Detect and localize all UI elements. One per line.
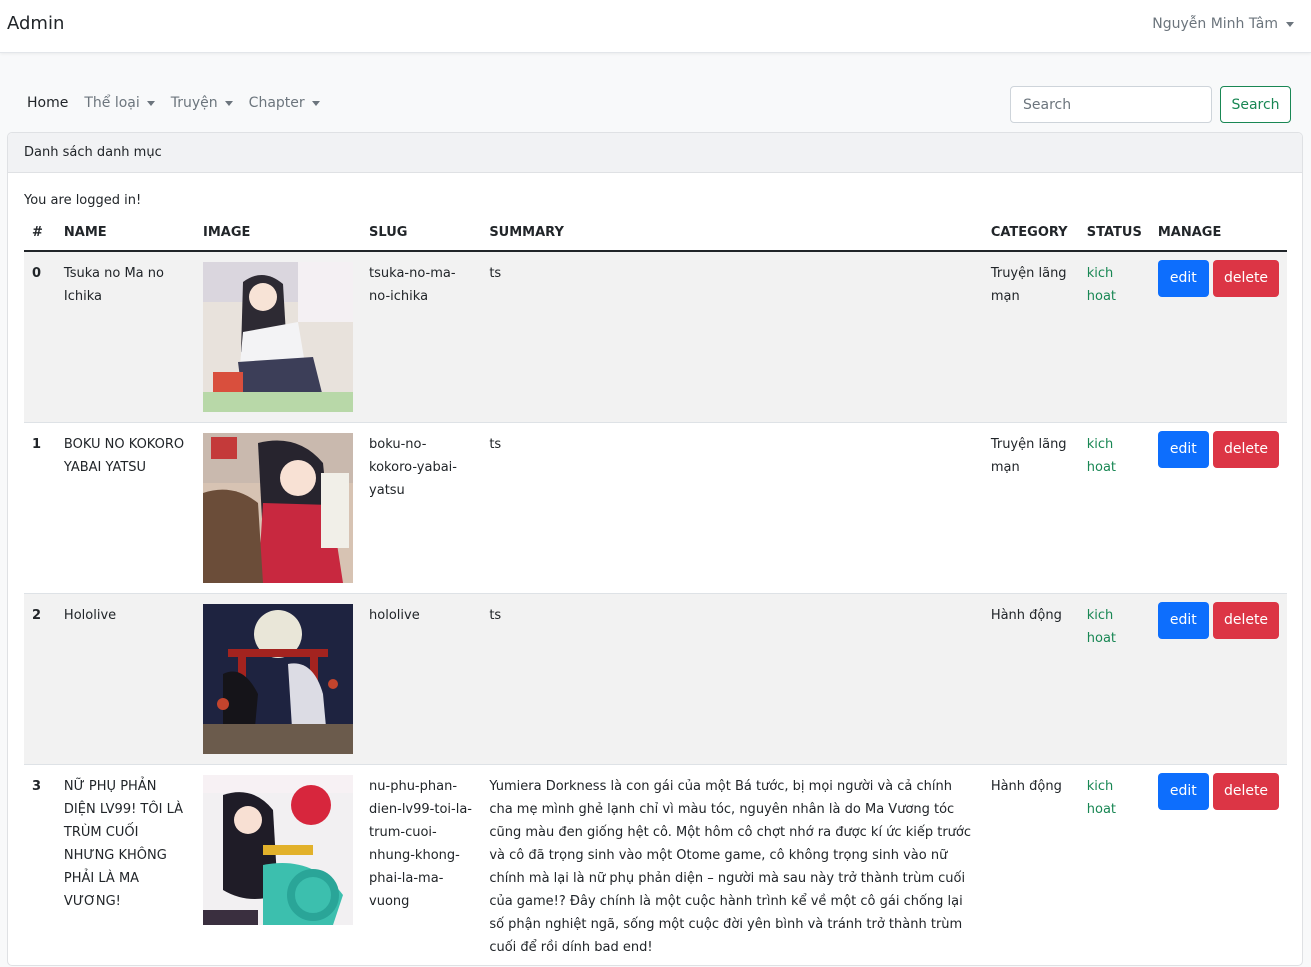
comic-slug: hololive [361, 593, 482, 765]
edit-button[interactable]: edit [1157, 773, 1209, 810]
comic-category: Hành động [982, 764, 1079, 965]
manage-cell: edit delete [1149, 422, 1287, 594]
column-header: STATUS [1078, 215, 1150, 252]
edit-button[interactable]: edit [1157, 602, 1209, 639]
search-input[interactable] [1010, 86, 1212, 123]
delete-button[interactable]: delete [1213, 260, 1279, 297]
row-index: 2 [24, 593, 56, 765]
nav-home[interactable]: Home [27, 95, 68, 111]
comic-status: kich hoat [1078, 251, 1150, 423]
nav-dropdown-truyen[interactable]: Truyện [171, 95, 233, 111]
delete-button[interactable]: delete [1213, 602, 1279, 639]
nav-label: Truyện [170, 95, 218, 111]
comic-status: kich hoat [1078, 593, 1150, 765]
comic-status: kich hoat [1078, 422, 1150, 594]
comics-table: # NAME IMAGE SLUG SUMMARY CATEGORY STATU… [24, 215, 1287, 965]
column-header: NAME [55, 215, 196, 252]
comic-category: Hành động [982, 593, 1079, 765]
table-row: 1 BOKU NO KOKORO YABAI YATSU boku-no-kok [24, 422, 1287, 594]
user-name: Nguyễn Minh Tâm [1152, 16, 1278, 32]
edit-button[interactable]: edit [1157, 431, 1209, 468]
user-dropdown[interactable]: Nguyễn Minh Tâm [1152, 16, 1294, 32]
chevron-down-icon [146, 100, 155, 106]
nav-dropdown-the-loai[interactable]: Thể loại [84, 95, 155, 111]
comic-image-cell [195, 764, 362, 965]
comic-name: Tsuka no Ma no Ichika [55, 251, 196, 423]
search-button[interactable]: Search [1220, 86, 1291, 123]
nav-label: Thể loại [84, 95, 140, 111]
chevron-down-icon [224, 100, 233, 106]
edit-button[interactable]: edit [1157, 260, 1209, 297]
row-index: 0 [24, 251, 56, 423]
nav-dropdown-chapter[interactable]: Chapter [249, 95, 320, 111]
comic-cover-image [203, 604, 354, 754]
login-status-text: You are logged in! [24, 193, 142, 208]
table-row: 2 Hololive hololive ts Hành động kich ho… [24, 593, 1287, 765]
comic-slug: tsuka-no-ma-no-ichika [361, 251, 482, 423]
top-navbar: Admin Nguyễn Minh Tâm [0, 0, 1311, 53]
manage-cell: edit delete [1149, 251, 1287, 423]
comic-cover-image [203, 433, 354, 583]
comic-status: kich hoat [1078, 764, 1150, 965]
delete-button[interactable]: delete [1213, 773, 1279, 810]
comic-slug: boku-no-kokoro-yabai-yatsu [361, 422, 482, 594]
card-title: Danh sách danh mục [8, 133, 1302, 173]
comic-summary: ts [481, 422, 983, 594]
comic-image-cell [195, 422, 362, 594]
comic-name: NỮ PHỤ PHẢN DIỆN LV99! TÔI LÀ TRÙM CUỐI … [55, 764, 196, 965]
category-card: Danh sách danh mục You are logged in! # … [7, 132, 1303, 966]
comic-image-cell [195, 251, 362, 423]
column-header: MANAGE [1149, 215, 1287, 252]
column-header: SLUG [361, 215, 482, 252]
comic-summary: Yumiera Dorkness là con gái của một Bá t… [481, 764, 983, 965]
manage-cell: edit delete [1149, 593, 1287, 765]
comic-cover-image [203, 262, 354, 412]
comic-category: Truyện lãng mạn [982, 251, 1079, 423]
nav-label: Chapter [248, 95, 305, 111]
delete-button[interactable]: delete [1213, 431, 1279, 468]
comic-category: Truyện lãng mạn [982, 422, 1079, 594]
comic-image-cell [195, 593, 362, 765]
column-header: # [24, 215, 56, 252]
table-row: 0 Tsuka no Ma no Ichika tsuka-no-ma-no-i… [24, 251, 1287, 423]
manage-cell: edit delete [1149, 764, 1287, 965]
row-index: 3 [24, 764, 56, 965]
table-row: 3 NỮ PHỤ PHẢN DIỆN LV99! TÔI LÀ TRÙM CUỐ… [24, 764, 1287, 965]
column-header: SUMMARY [481, 215, 983, 252]
column-header: IMAGE [195, 215, 362, 252]
brand-link[interactable]: Admin [7, 13, 64, 34]
main-nav: Home Thể loại Truyện Chapter [27, 95, 320, 111]
search-form: Search [1010, 86, 1291, 123]
comic-name: BOKU NO KOKORO YABAI YATSU [55, 422, 196, 594]
comic-cover-image [203, 775, 354, 925]
chevron-down-icon [311, 100, 320, 106]
row-index: 1 [24, 422, 56, 594]
comic-summary: ts [481, 593, 983, 765]
comic-slug: nu-phu-phan-dien-lv99-toi-la-trum-cuoi-n… [361, 764, 482, 965]
comic-name: Hololive [55, 593, 196, 765]
chevron-down-icon [1286, 21, 1294, 27]
column-header: CATEGORY [982, 215, 1079, 252]
comic-summary: ts [481, 251, 983, 423]
